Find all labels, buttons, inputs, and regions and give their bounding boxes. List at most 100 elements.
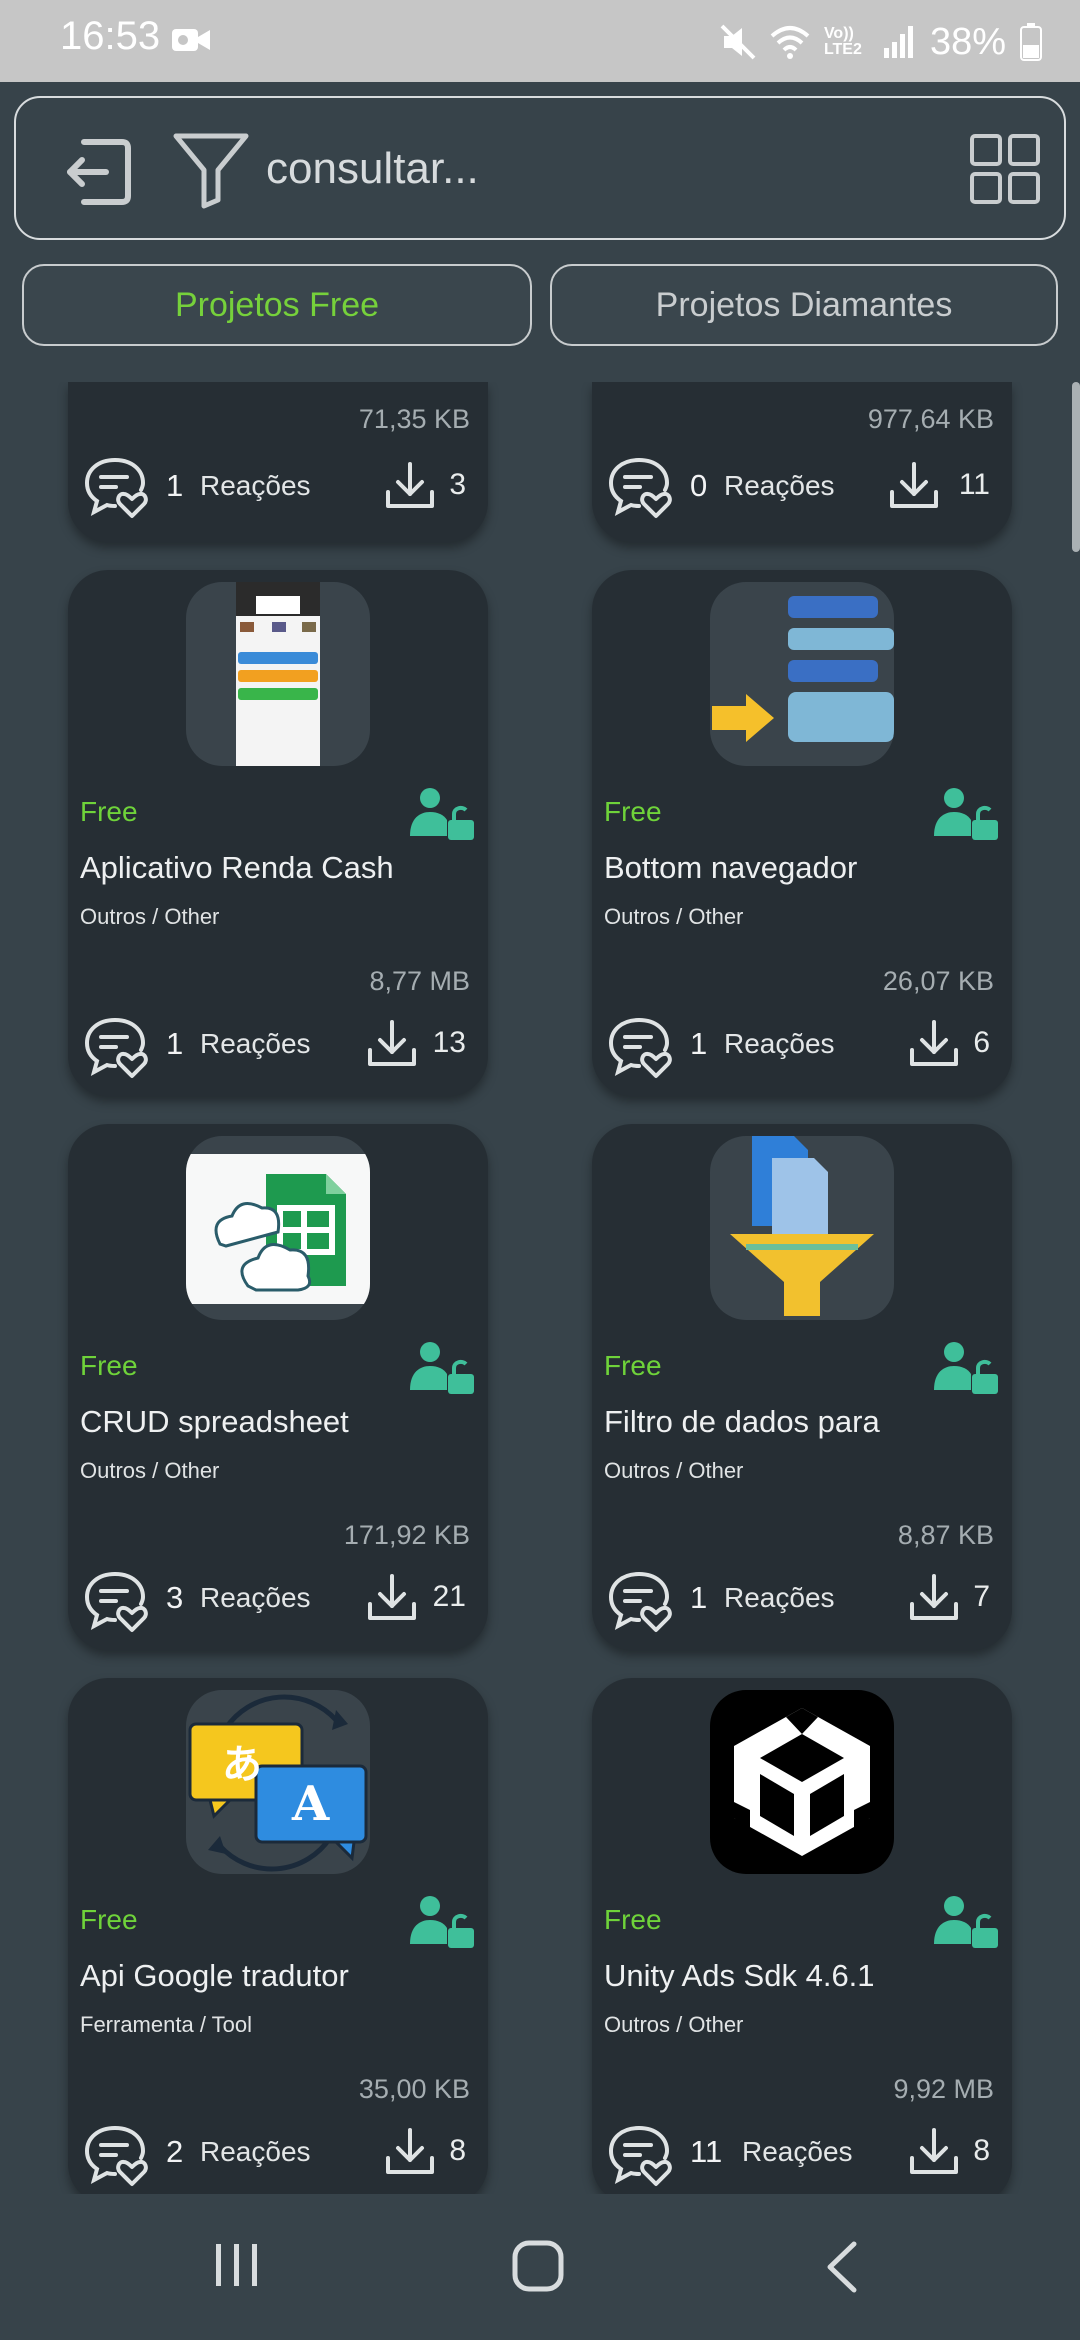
mute-icon: [720, 24, 756, 60]
download-icon[interactable]: [908, 1572, 960, 1624]
reaction-count: 1: [690, 1580, 708, 1615]
project-title: Unity Ads Sdk 4.6.1: [604, 1958, 875, 1993]
bottom-navigation-icon: [710, 582, 894, 766]
download-count: 11: [958, 468, 990, 501]
signal-icon: [883, 26, 913, 58]
reaction-count: 3: [166, 1580, 184, 1615]
reaction-label: Reações: [200, 1028, 311, 1059]
download-count: 13: [432, 1026, 466, 1059]
download-count: 8: [973, 2134, 990, 2167]
download-icon[interactable]: [908, 2126, 960, 2178]
file-size: 171,92 KB: [343, 1520, 470, 1550]
grid-view-icon[interactable]: [970, 134, 1040, 204]
file-size: 977,64 KB: [867, 404, 994, 434]
free-badge: Free: [80, 1350, 138, 1381]
reaction-icon[interactable]: [82, 1014, 148, 1080]
project-card[interactable]: Free CRUD spreadsheet Outros / Other 171…: [68, 1124, 488, 1650]
download-icon[interactable]: [366, 1572, 418, 1624]
reaction-count: 1: [166, 468, 184, 503]
recent-apps-icon[interactable]: [212, 2242, 262, 2288]
project-card-partial[interactable]: 977,64 KB 0 Reações 11: [592, 382, 1012, 542]
project-category: Outros / Other: [604, 904, 744, 929]
navigation-bar: [0, 2194, 1080, 2340]
tab-projetos-free[interactable]: Projetos Free: [22, 264, 532, 346]
reaction-count: 0: [690, 468, 708, 503]
exit-icon[interactable]: [56, 132, 136, 212]
free-badge: Free: [80, 1904, 138, 1935]
filter-icon[interactable]: [172, 130, 250, 210]
download-count: 7: [973, 1580, 990, 1613]
reaction-label: Reações: [724, 1028, 835, 1059]
download-icon[interactable]: [384, 2126, 436, 2178]
file-size: 71,35 KB: [358, 404, 470, 434]
project-title: Api Google tradutor: [80, 1958, 349, 1993]
scrollbar-thumb[interactable]: [1072, 382, 1080, 552]
download-icon[interactable]: [888, 460, 940, 512]
download-count: 21: [432, 1580, 466, 1613]
reaction-icon[interactable]: [606, 2122, 672, 2188]
user-unlock-icon: [410, 1340, 474, 1396]
data-filter-icon: [710, 1136, 894, 1320]
file-size: 35,00 KB: [358, 2074, 470, 2104]
download-count: 3: [449, 468, 466, 501]
reaction-icon[interactable]: [606, 1568, 672, 1634]
project-title: Aplicativo Renda Cash: [80, 850, 394, 885]
project-category: Outros / Other: [604, 2012, 744, 2037]
reaction-icon[interactable]: [82, 454, 148, 520]
reaction-label: Reações: [200, 2136, 311, 2167]
reaction-label: Reações: [724, 1582, 835, 1613]
download-icon[interactable]: [908, 1018, 960, 1070]
translate-glyph-target: A: [292, 1776, 330, 1832]
reaction-label: Reações: [742, 2136, 853, 2167]
free-badge: Free: [604, 1904, 662, 1935]
project-card[interactable]: Free Unity Ads Sdk 4.6.1 Outros / Other …: [592, 1678, 1012, 2194]
reaction-count: 11: [690, 2134, 723, 2169]
battery-icon: [1020, 23, 1042, 61]
status-time: 16:53: [60, 14, 161, 58]
project-category: Outros / Other: [604, 1458, 744, 1483]
file-size: 9,92 MB: [893, 2074, 994, 2104]
reaction-icon[interactable]: [82, 1568, 148, 1634]
reaction-label: Reações: [200, 470, 311, 501]
search-input[interactable]: [266, 136, 926, 202]
project-title: Filtro de dados para: [604, 1404, 880, 1439]
user-unlock-icon: [410, 1894, 474, 1950]
project-card[interactable]: Free Aplicativo Renda Cash Outros / Othe…: [68, 570, 488, 1096]
free-badge: Free: [604, 796, 662, 827]
tab-projetos-diamantes[interactable]: Projetos Diamantes: [550, 264, 1058, 346]
unity-logo-icon: [710, 1690, 894, 1874]
sheets-cloud-icon: [186, 1136, 370, 1320]
status-icons: Vo)) LTE2 38%: [720, 12, 1042, 72]
download-icon[interactable]: [366, 1018, 418, 1070]
download-icon[interactable]: [384, 460, 436, 512]
reaction-icon[interactable]: [82, 2122, 148, 2188]
video-camera-icon: [172, 29, 210, 51]
project-card[interactable]: Free Bottom navegador Outros / Other 26,…: [592, 570, 1012, 1096]
download-count: 8: [449, 2134, 466, 2167]
download-count: 6: [973, 1026, 990, 1059]
project-card[interactable]: あ A Free Api Google tradutor Ferramenta …: [68, 1678, 488, 2194]
home-icon[interactable]: [512, 2240, 564, 2292]
project-list[interactable]: 71,35 KB 1 Reações 3 977,64 KB 0 Reações…: [0, 382, 1080, 2194]
file-size: 8,77 MB: [369, 966, 470, 996]
file-size: 26,07 KB: [882, 966, 994, 996]
battery-percent: 38%: [929, 20, 1006, 63]
wifi-icon: [770, 26, 810, 59]
search-bar: [14, 96, 1066, 240]
project-category: Outros / Other: [80, 904, 220, 929]
reaction-count: 1: [166, 1026, 184, 1061]
app-screenshot-icon: [186, 582, 370, 766]
project-category: Outros / Other: [80, 1458, 220, 1483]
project-card-partial[interactable]: 71,35 KB 1 Reações 3: [68, 382, 488, 542]
reaction-count: 2: [166, 2134, 184, 2169]
user-unlock-icon: [410, 786, 474, 842]
reaction-icon[interactable]: [606, 454, 672, 520]
project-category: Ferramenta / Tool: [80, 2012, 253, 2037]
reaction-icon[interactable]: [606, 1014, 672, 1080]
project-card[interactable]: Free Filtro de dados para Outros / Other…: [592, 1124, 1012, 1650]
reaction-count: 1: [690, 1026, 708, 1061]
user-unlock-icon: [934, 786, 998, 842]
back-icon[interactable]: [822, 2240, 862, 2294]
network-label: Vo)) LTE2: [823, 25, 862, 58]
reaction-label: Reações: [200, 1582, 311, 1613]
